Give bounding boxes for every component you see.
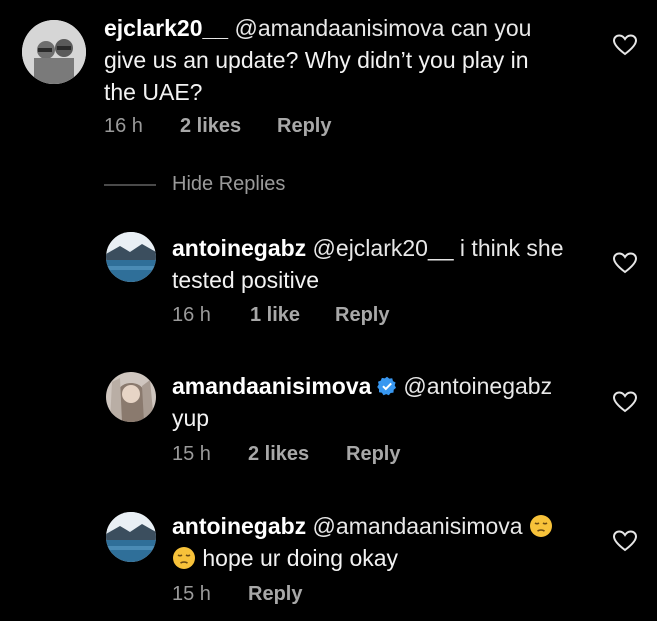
timestamp: 15 h <box>172 583 211 605</box>
comments-thread: ejclark20__ @amandaanisimova can you giv… <box>0 0 657 621</box>
timestamp: 16 h <box>172 304 211 326</box>
reply-button[interactable]: Reply <box>248 583 302 606</box>
likes-count[interactable]: 1 like <box>250 304 335 327</box>
verified-badge-icon <box>377 376 397 396</box>
comment-text: amandaanisimova @antoinegabz yup <box>172 373 553 431</box>
comment-meta: 15 h 2 likes Reply <box>172 443 400 466</box>
comment-meta: 16 h 1 like Reply <box>172 304 389 327</box>
pensive-face-emoji-icon <box>173 547 195 569</box>
heart-icon[interactable] <box>613 34 637 56</box>
avatar[interactable] <box>106 372 156 422</box>
username[interactable]: ejclark20__ <box>104 15 228 41</box>
divider-line <box>104 184 156 186</box>
comment-text: antoinegabz @amandaanisimova hope ur doi… <box>172 510 553 574</box>
avatar[interactable] <box>106 512 156 562</box>
pensive-face-emoji-icon <box>529 515 552 537</box>
likes-count[interactable]: 2 likes <box>180 115 277 138</box>
username[interactable]: antoinegabz <box>172 513 306 539</box>
heart-icon[interactable] <box>613 391 637 413</box>
timestamp: 16 h <box>104 115 143 137</box>
timestamp: 15 h <box>172 443 211 465</box>
comment-text: ejclark20__ @amandaanisimova can you giv… <box>104 15 532 105</box>
reply-button[interactable]: Reply <box>335 304 389 327</box>
username[interactable]: antoinegabz <box>172 235 306 261</box>
avatar[interactable] <box>22 20 86 84</box>
reply-button[interactable]: Reply <box>346 443 400 466</box>
comment-text: antoinegabz @ejclark20__ i think she tes… <box>172 235 564 293</box>
reply-button[interactable]: Reply <box>277 115 331 138</box>
comment-meta: 16 h 2 likes Reply <box>104 115 331 138</box>
likes-count[interactable]: 2 likes <box>248 443 346 466</box>
comment-meta: 15 h Reply <box>172 583 302 606</box>
heart-icon[interactable] <box>613 530 637 552</box>
hide-replies-button[interactable]: Hide Replies <box>172 173 285 196</box>
heart-icon[interactable] <box>613 252 637 274</box>
avatar[interactable] <box>106 232 156 282</box>
username[interactable]: amandaanisimova <box>172 373 371 399</box>
